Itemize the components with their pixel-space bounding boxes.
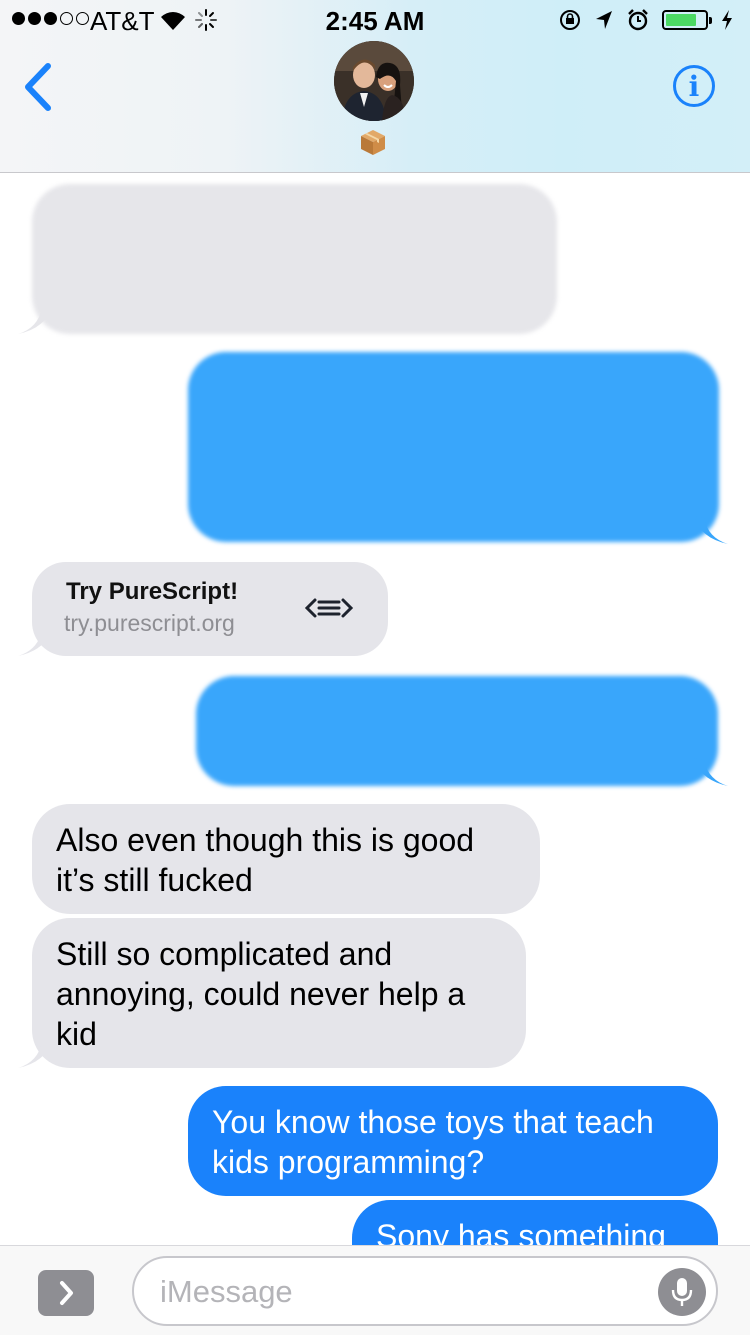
message-bubble-blurred[interactable] xyxy=(188,352,719,542)
bubble-tail xyxy=(694,758,728,786)
bubble-tail xyxy=(18,1040,52,1068)
purescript-logo-icon xyxy=(304,598,354,618)
bubble-tail xyxy=(694,516,728,544)
contact-avatar[interactable] xyxy=(334,41,414,121)
message-bubble-blurred[interactable] xyxy=(196,676,718,786)
link-preview-title: Try PureScript! xyxy=(66,578,239,605)
alarm-icon xyxy=(628,9,648,31)
message-text: Also even though this is good it’s still… xyxy=(56,822,475,898)
message-text: Still so complicated and annoying, could… xyxy=(56,936,466,1052)
microphone-button[interactable] xyxy=(658,1268,706,1316)
rotation-lock-icon xyxy=(560,10,580,30)
package-icon xyxy=(361,130,385,155)
charging-bolt-icon xyxy=(722,10,732,30)
message-bubble-incoming[interactable]: Also even though this is good it’s still… xyxy=(32,804,540,914)
message-input[interactable] xyxy=(158,1270,642,1314)
info-icon: i xyxy=(688,69,700,103)
info-button[interactable]: i xyxy=(673,65,715,107)
back-button[interactable] xyxy=(20,62,56,112)
conversation-header: AT&T 2:45 AM i xyxy=(0,0,750,173)
microphone-icon xyxy=(671,1278,693,1306)
location-arrow-icon xyxy=(596,11,612,29)
compose-bar xyxy=(0,1245,750,1335)
chevron-left-icon xyxy=(25,63,51,111)
status-bar: AT&T 2:45 AM xyxy=(0,0,750,40)
chevron-right-icon xyxy=(60,1281,73,1305)
battery-icon xyxy=(662,10,712,30)
bubble-tail xyxy=(18,628,52,656)
message-bubble-blurred[interactable] xyxy=(32,184,557,334)
message-bubble-incoming[interactable]: Still so complicated and annoying, could… xyxy=(32,918,526,1068)
message-bubble-outgoing[interactable]: You know those toys that teach kids prog… xyxy=(188,1086,718,1196)
message-text: You know those toys that teach kids prog… xyxy=(212,1104,654,1180)
link-preview-url: try.purescript.org xyxy=(64,610,235,636)
bubble-tail xyxy=(18,306,52,334)
apps-button[interactable] xyxy=(38,1270,94,1316)
message-input-field[interactable] xyxy=(132,1256,718,1326)
